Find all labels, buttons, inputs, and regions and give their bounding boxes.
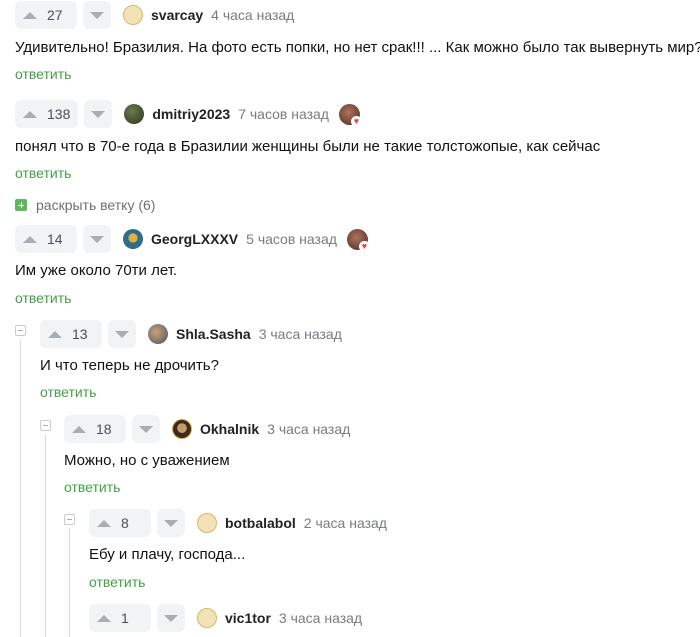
upvote-icon[interactable] <box>72 425 86 433</box>
award-badge[interactable]: ♥ <box>346 228 370 252</box>
vote-count: 13 <box>72 326 88 342</box>
vote-count: 27 <box>47 7 63 23</box>
downvote-button[interactable] <box>84 100 113 128</box>
username[interactable]: vic1tor <box>225 610 271 626</box>
comment-time[interactable]: 7 часов назад <box>238 106 329 122</box>
reply-link[interactable]: ответить <box>89 574 145 590</box>
reply-link[interactable]: ответить <box>15 165 71 181</box>
downvote-icon <box>90 235 104 243</box>
downvote-button[interactable] <box>132 415 160 443</box>
thread-line[interactable] <box>69 528 70 637</box>
upvote-icon[interactable] <box>23 11 37 19</box>
comment-text: Ебу и плачу, господа... <box>89 546 246 563</box>
comment-header: 18 Okhalnik 3 часа назад <box>64 415 350 443</box>
comment-header: 14 GeorgLXXXV 5 часов назад ♥ <box>15 225 370 253</box>
plus-icon <box>15 199 27 211</box>
username[interactable]: svarcay <box>151 7 203 23</box>
vote-box: 13 <box>40 320 102 348</box>
collapse-thread-button[interactable] <box>40 420 51 431</box>
comment-header: 138 dmitriy2023 7 часов назад ♥ <box>15 100 362 128</box>
vote-count: 8 <box>121 515 129 531</box>
downvote-icon <box>164 614 178 622</box>
downvote-button[interactable] <box>83 1 111 29</box>
reply-link[interactable]: ответить <box>64 479 120 495</box>
vote-count: 18 <box>96 421 112 437</box>
downvote-icon <box>90 11 104 19</box>
avatar[interactable] <box>148 324 168 344</box>
comment-time[interactable]: 3 часа назад <box>279 610 362 626</box>
collapse-thread-button[interactable] <box>64 514 75 525</box>
downvote-icon <box>164 519 178 527</box>
downvote-button[interactable] <box>157 509 185 537</box>
comment-text: Можно, но с уважением <box>64 452 230 469</box>
vote-box: 1 <box>89 604 151 632</box>
reply-link[interactable]: ответить <box>15 290 71 306</box>
downvote-button[interactable] <box>108 320 136 348</box>
avatar[interactable] <box>124 104 145 124</box>
avatar[interactable] <box>172 419 192 439</box>
comment-time[interactable]: 5 часов назад <box>246 231 337 247</box>
comment-text: понял что в 70-е года в Бразилии женщины… <box>15 138 601 155</box>
upvote-icon[interactable] <box>97 519 111 527</box>
comment-time[interactable]: 2 часа назад <box>304 515 387 531</box>
vote-count: 138 <box>47 106 71 122</box>
thread-line[interactable] <box>20 339 21 637</box>
downvote-icon <box>91 110 106 118</box>
vote-box: 27 <box>15 1 77 29</box>
collapse-thread-button[interactable] <box>15 325 26 336</box>
downvote-icon <box>115 330 129 338</box>
heart-icon: ♥ <box>358 240 370 252</box>
comment-header: 8 botbalabol 2 часа назад <box>89 509 387 537</box>
username[interactable]: dmitriy2023 <box>152 106 230 122</box>
upvote-icon[interactable] <box>48 330 62 338</box>
downvote-icon <box>139 425 153 433</box>
comment-text: И что теперь не дрочить? <box>40 357 219 374</box>
upvote-icon[interactable] <box>23 110 37 118</box>
upvote-icon[interactable] <box>23 235 37 243</box>
username[interactable]: Shla.Sasha <box>176 326 251 342</box>
expand-thread-label: раскрыть ветку (6) <box>36 197 156 213</box>
vote-box: 14 <box>15 225 77 253</box>
comment-text: Им уже около 70ти лет. <box>15 262 178 279</box>
reply-link[interactable]: ответить <box>15 66 71 82</box>
username[interactable]: botbalabol <box>225 515 296 531</box>
avatar[interactable] <box>197 513 217 533</box>
username[interactable]: Okhalnik <box>200 421 259 437</box>
comment-header: 1 vic1tor 3 часа назад <box>89 604 362 632</box>
heart-icon: ♥ <box>350 115 362 127</box>
downvote-button[interactable] <box>157 604 185 632</box>
reply-link[interactable]: ответить <box>40 384 96 400</box>
vote-box: 8 <box>89 509 151 537</box>
award-badge[interactable]: ♥ <box>338 103 362 127</box>
upvote-icon[interactable] <box>97 614 111 622</box>
avatar[interactable] <box>123 5 143 25</box>
vote-box: 138 <box>15 100 79 128</box>
comment-header: 27 svarcay 4 часа назад <box>15 1 294 29</box>
thread-line[interactable] <box>45 434 46 637</box>
downvote-button[interactable] <box>83 225 111 253</box>
vote-box: 18 <box>64 415 126 443</box>
vote-count: 1 <box>121 610 129 626</box>
comment-time[interactable]: 3 часа назад <box>267 421 350 437</box>
comment-time[interactable]: 3 часа назад <box>259 326 342 342</box>
expand-thread-button[interactable]: раскрыть ветку (6) <box>15 197 155 213</box>
avatar[interactable] <box>123 229 143 249</box>
comment-text: Удивительно! Бразилия. На фото есть попк… <box>15 39 700 56</box>
comment-time[interactable]: 4 часа назад <box>211 7 294 23</box>
avatar[interactable] <box>197 608 217 628</box>
comment-header: 13 Shla.Sasha 3 часа назад <box>40 320 342 348</box>
vote-count: 14 <box>47 231 63 247</box>
username[interactable]: GeorgLXXXV <box>151 231 238 247</box>
